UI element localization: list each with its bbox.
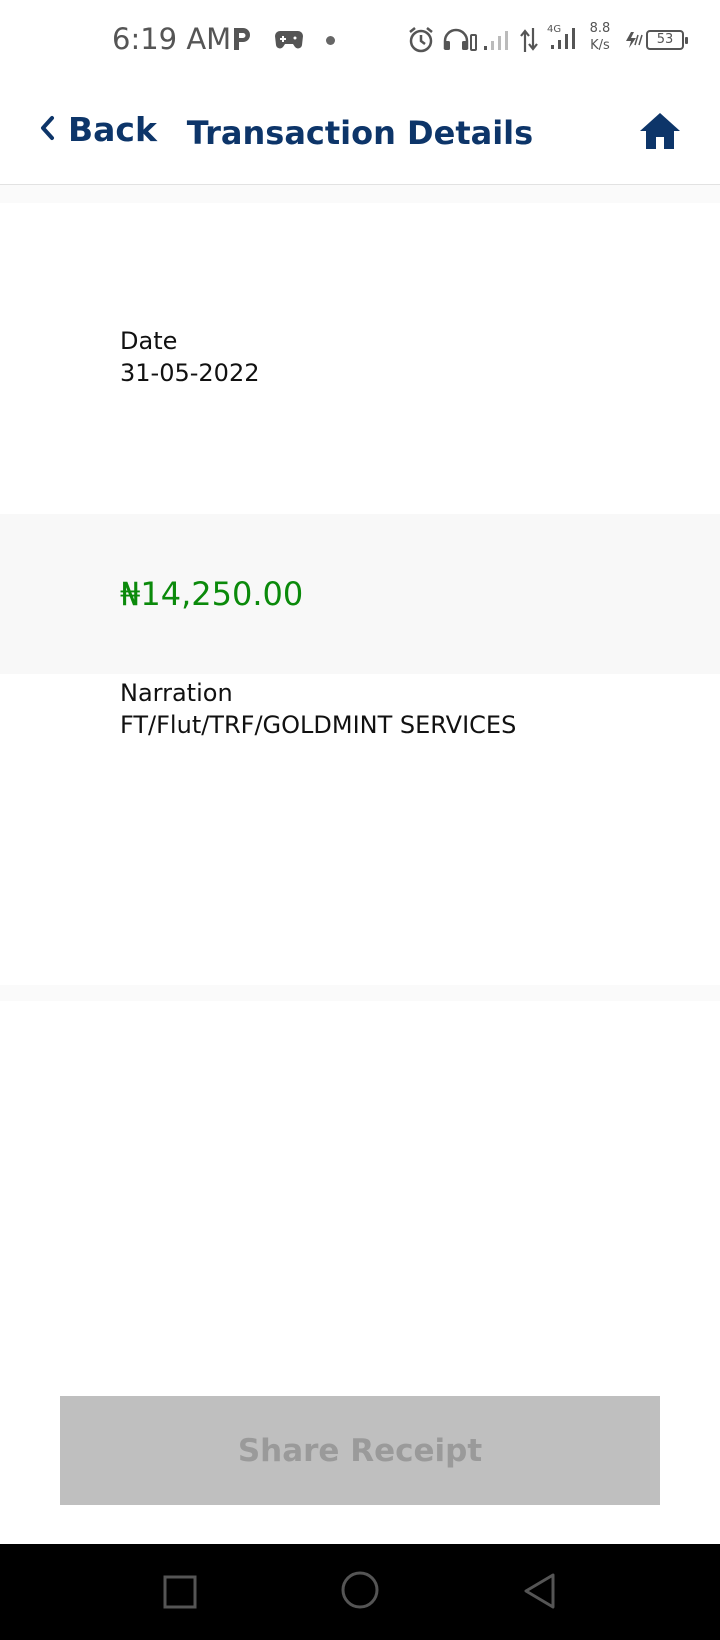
alarm-icon xyxy=(407,26,435,58)
home-circle-icon[interactable] xyxy=(340,1570,380,1614)
divider xyxy=(0,185,720,203)
battery-icon: 53 xyxy=(646,30,688,50)
notification-dot xyxy=(326,36,335,45)
back-triangle-icon[interactable] xyxy=(522,1572,558,1614)
network-type: 4G xyxy=(547,24,561,35)
signal-4g-icon: 4G xyxy=(545,22,581,56)
home-icon xyxy=(638,113,682,156)
headphones-icon xyxy=(442,27,478,57)
net-speed-value: 8.8 xyxy=(589,21,611,36)
page-title: Transaction Details xyxy=(186,114,534,152)
status-bar: 6:19 AM 4G 8.8 K/s 53 xyxy=(0,0,720,80)
app-header: Back Transaction Details xyxy=(0,80,720,185)
system-nav-bar xyxy=(0,1544,720,1640)
net-speed-unit: K/s xyxy=(590,38,610,53)
parking-icon xyxy=(231,26,253,56)
date-field: Date 31-05-2022 xyxy=(120,325,259,389)
net-speed: 8.8 K/s xyxy=(585,20,615,54)
share-receipt-button[interactable]: Share Receipt xyxy=(60,1396,660,1505)
signal-icon xyxy=(482,28,512,56)
data-arrows-icon xyxy=(519,26,539,58)
date-value: 31-05-2022 xyxy=(120,359,260,387)
game-icon xyxy=(274,28,304,56)
narration-field: Narration FT/Flut/TRF/GOLDMINT SERVICES xyxy=(120,677,516,741)
narration-label: Narration xyxy=(120,679,233,707)
date-label: Date xyxy=(120,327,178,355)
home-button[interactable] xyxy=(638,110,682,156)
narration-value: FT/Flut/TRF/GOLDMINT SERVICES xyxy=(120,711,517,739)
charging-icon xyxy=(623,30,645,54)
status-time: 6:19 AM xyxy=(112,22,232,56)
divider xyxy=(0,985,720,1001)
amount-section: ₦14,250.00 xyxy=(0,514,720,674)
battery-level: 53 xyxy=(656,32,674,47)
recents-square-icon[interactable] xyxy=(162,1574,198,1614)
transaction-amount: ₦14,250.00 xyxy=(120,575,304,613)
